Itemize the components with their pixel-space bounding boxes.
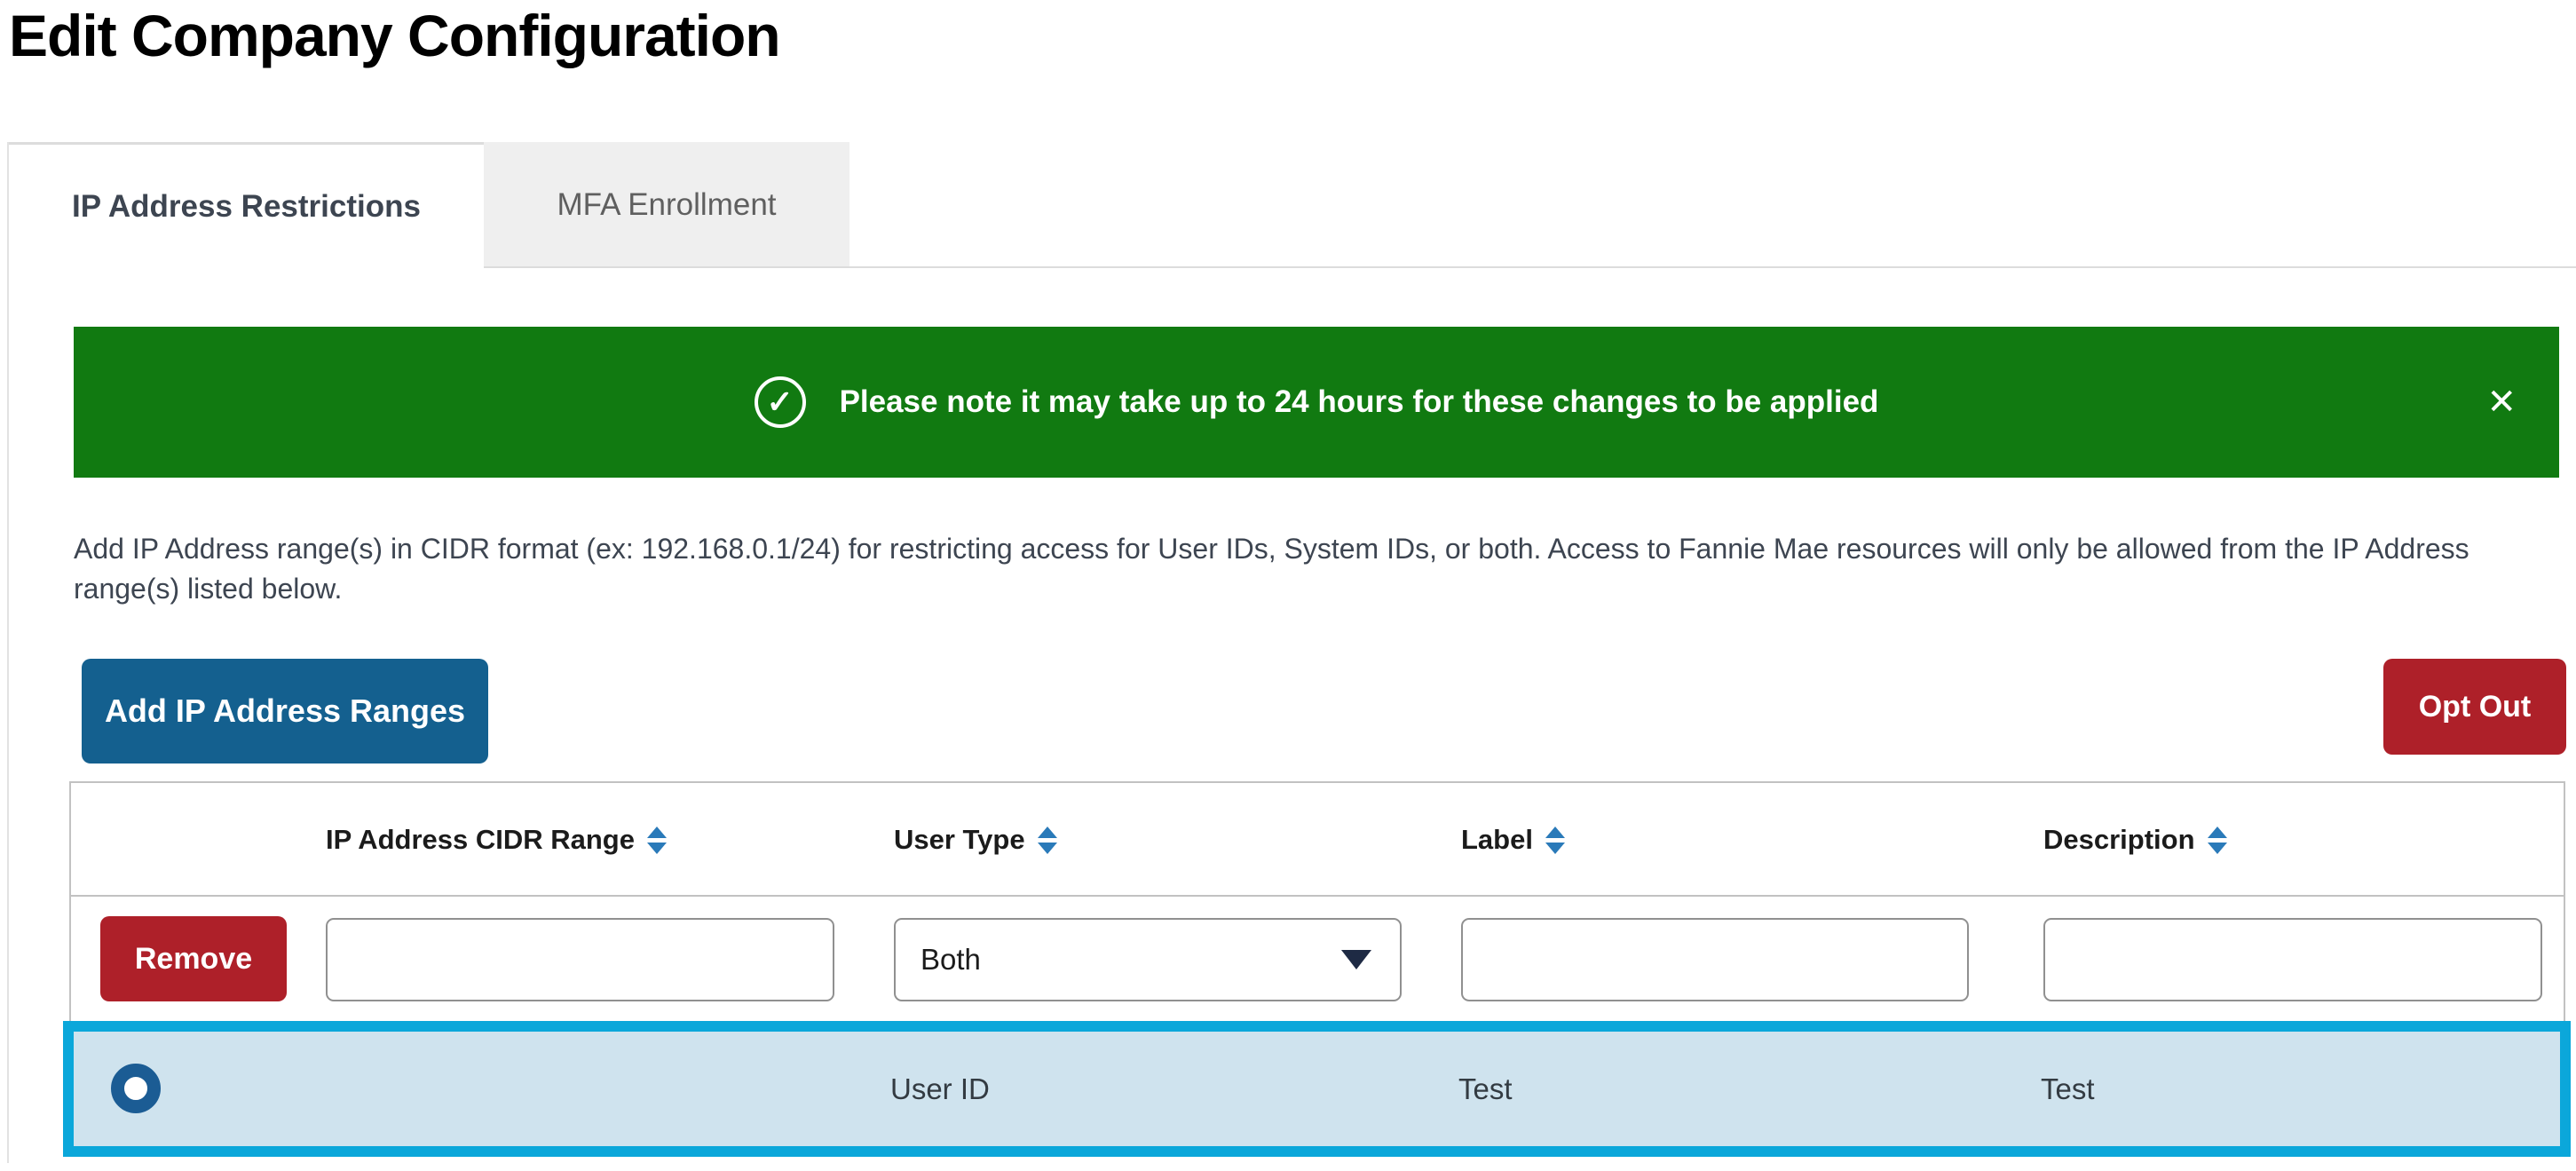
page-title: Edit Company Configuration (9, 2, 780, 69)
sort-icon (647, 827, 667, 854)
sort-icon (1038, 827, 1057, 854)
remove-row-button[interactable]: Remove (100, 916, 287, 1001)
column-header-label: Description (2043, 824, 2195, 856)
row-label-value: Test (1458, 1032, 1513, 1146)
opt-out-button[interactable]: Opt Out (2383, 659, 2566, 755)
sort-up-arrow-icon (647, 827, 667, 838)
success-banner: ✓ Please note it may take up to 24 hours… (74, 327, 2559, 478)
sort-down-arrow-icon (2208, 843, 2227, 854)
sort-up-arrow-icon (1038, 827, 1057, 838)
sort-up-arrow-icon (1545, 827, 1565, 838)
row-user-type-value: User ID (890, 1032, 990, 1146)
column-header-description[interactable]: Description (2043, 783, 2227, 897)
column-header-label: User Type (894, 824, 1025, 856)
sort-down-arrow-icon (1038, 843, 1057, 854)
add-ip-address-ranges-button[interactable]: Add IP Address Ranges (82, 659, 488, 764)
tab-bar-underline (484, 266, 2576, 268)
row-description-value: Test (2041, 1032, 2095, 1146)
sort-down-arrow-icon (1545, 843, 1565, 854)
column-header-label: IP Address CIDR Range (326, 824, 635, 856)
label-input[interactable] (1461, 918, 1969, 1001)
dropdown-caret-icon (1341, 950, 1371, 969)
column-header-cidr-range[interactable]: IP Address CIDR Range (326, 783, 667, 897)
user-type-selected-value: Both (921, 943, 981, 977)
success-check-icon: ✓ (755, 376, 806, 428)
user-type-select[interactable]: Both (894, 918, 1402, 1001)
description-input[interactable] (2043, 918, 2542, 1001)
content-left-divider (7, 142, 9, 1163)
edit-company-configuration-page: Edit Company Configuration IP Address Re… (0, 0, 2576, 1171)
tab-mfa-enrollment[interactable]: MFA Enrollment (484, 142, 849, 268)
table-header-row: IP Address CIDR Range User Type Label De… (71, 783, 2564, 897)
sort-icon (1545, 827, 1565, 854)
tab-label: IP Address Restrictions (72, 189, 421, 225)
selected-ip-range-row[interactable]: User ID Test Test (63, 1021, 2571, 1157)
instructions-text: Add IP Address range(s) in CIDR format (… (74, 529, 2550, 609)
tab-label: MFA Enrollment (557, 187, 776, 223)
column-header-label-col[interactable]: Label (1461, 783, 1565, 897)
column-header-label: Label (1461, 824, 1533, 856)
success-banner-message: Please note it may take up to 24 hours f… (840, 384, 1879, 420)
row-selected-radio[interactable] (111, 1064, 161, 1113)
cidr-range-input[interactable] (326, 918, 834, 1001)
column-header-user-type[interactable]: User Type (894, 783, 1057, 897)
sort-up-arrow-icon (2208, 827, 2227, 838)
sort-down-arrow-icon (647, 843, 667, 854)
banner-close-icon[interactable]: ✕ (2486, 384, 2517, 420)
sort-icon (2208, 827, 2227, 854)
tab-ip-address-restrictions[interactable]: IP Address Restrictions (9, 142, 484, 268)
